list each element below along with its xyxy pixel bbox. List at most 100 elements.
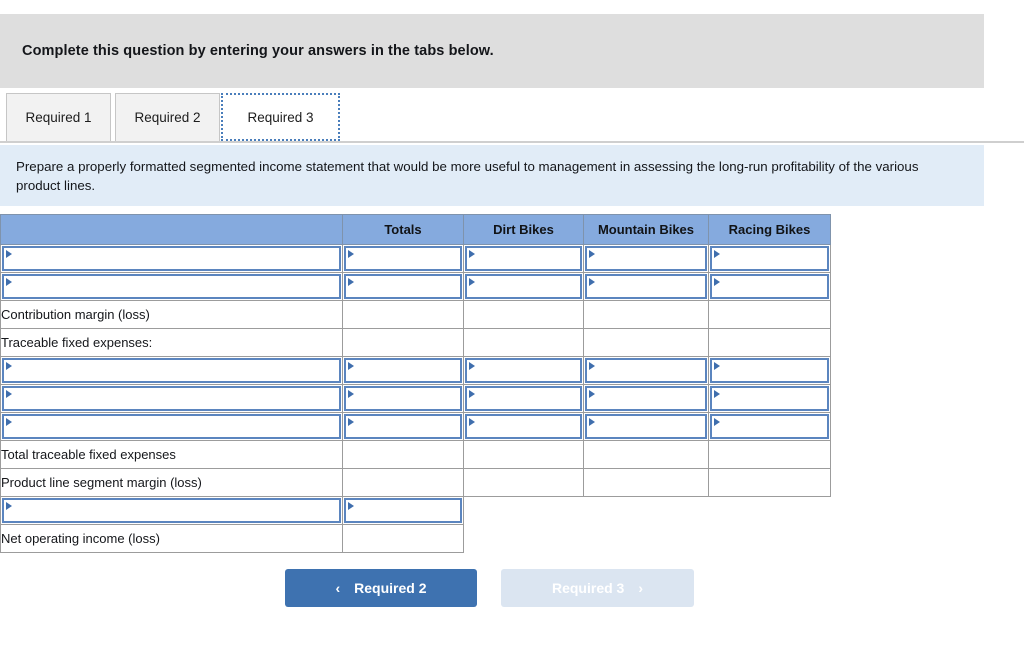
dropdown-box[interactable] xyxy=(465,414,582,439)
value-dropdown[interactable] xyxy=(463,244,584,273)
dropdown-box[interactable] xyxy=(585,386,707,411)
dropdown-box[interactable] xyxy=(710,414,829,439)
value-dropdown[interactable] xyxy=(342,412,464,441)
value-dropdown[interactable] xyxy=(342,384,464,413)
row-label-dropdown[interactable] xyxy=(0,272,343,301)
value-cell[interactable] xyxy=(463,300,584,329)
value-dropdown[interactable] xyxy=(583,356,709,385)
dropdown-box[interactable] xyxy=(344,386,462,411)
column-header-totals: Totals xyxy=(342,214,464,245)
dropdown-box[interactable] xyxy=(465,274,582,299)
value-dropdown[interactable] xyxy=(583,272,709,301)
value-cell[interactable] xyxy=(342,440,464,469)
value-dropdown[interactable] xyxy=(583,384,709,413)
dropdown-box[interactable] xyxy=(585,358,707,383)
dropdown-marker-icon xyxy=(6,278,12,286)
row-label-dropdown[interactable] xyxy=(0,384,343,413)
dropdown-box[interactable] xyxy=(465,386,582,411)
dropdown-marker-icon xyxy=(6,502,12,510)
value-cell[interactable] xyxy=(708,300,831,329)
previous-required-button[interactable]: ‹ Required 2 xyxy=(285,569,477,607)
dropdown-box[interactable] xyxy=(465,246,582,271)
value-dropdown[interactable] xyxy=(463,356,584,385)
value-dropdown[interactable] xyxy=(708,356,831,385)
tab-required-3[interactable]: Required 3 xyxy=(221,93,340,141)
value-cell[interactable] xyxy=(583,328,709,357)
value-dropdown[interactable] xyxy=(708,272,831,301)
row-label: Net operating income (loss) xyxy=(0,524,343,553)
dropdown-box[interactable] xyxy=(585,274,707,299)
value-dropdown[interactable] xyxy=(342,244,464,273)
dropdown-box[interactable] xyxy=(710,386,829,411)
dropdown-marker-icon xyxy=(348,250,354,258)
dropdown-box[interactable] xyxy=(2,246,341,271)
row-label: Total traceable fixed expenses xyxy=(0,440,343,469)
dropdown-box[interactable] xyxy=(344,274,462,299)
next-required-button[interactable]: Required 3 › xyxy=(501,569,694,607)
dropdown-box[interactable] xyxy=(2,414,341,439)
value-cell[interactable] xyxy=(583,300,709,329)
dropdown-marker-icon xyxy=(348,502,354,510)
value-dropdown[interactable] xyxy=(342,356,464,385)
value-dropdown[interactable] xyxy=(463,272,584,301)
value-cell[interactable] xyxy=(463,440,584,469)
value-cell[interactable] xyxy=(342,524,464,553)
dropdown-box[interactable] xyxy=(710,246,829,271)
value-cell[interactable] xyxy=(342,468,464,497)
row-label: Contribution margin (loss) xyxy=(0,300,343,329)
dropdown-box[interactable] xyxy=(344,246,462,271)
row-label-dropdown[interactable] xyxy=(0,356,343,385)
value-cell[interactable] xyxy=(708,468,831,497)
value-cell[interactable] xyxy=(583,468,709,497)
column-header-label xyxy=(0,214,343,245)
dropdown-box[interactable] xyxy=(585,414,707,439)
row-label-dropdown[interactable] xyxy=(0,244,343,273)
dropdown-marker-icon xyxy=(714,278,720,286)
dropdown-marker-icon xyxy=(714,250,720,258)
value-dropdown[interactable] xyxy=(463,384,584,413)
dropdown-box[interactable] xyxy=(344,414,462,439)
table-row xyxy=(0,272,831,301)
row-label-dropdown[interactable] xyxy=(0,496,343,525)
dropdown-box[interactable] xyxy=(710,274,829,299)
tab-required-1[interactable]: Required 1 xyxy=(6,93,111,141)
column-header-racing-bikes: Racing Bikes xyxy=(708,214,831,245)
previous-required-label: Required 2 xyxy=(354,580,427,596)
dropdown-box[interactable] xyxy=(2,274,341,299)
value-dropdown[interactable] xyxy=(463,412,584,441)
value-cell[interactable] xyxy=(342,300,464,329)
value-cell[interactable] xyxy=(708,328,831,357)
requirement-banner: Prepare a properly formatted segmented i… xyxy=(0,145,984,206)
dropdown-box[interactable] xyxy=(465,358,582,383)
value-cell[interactable] xyxy=(583,440,709,469)
value-cell[interactable] xyxy=(463,468,584,497)
dropdown-box[interactable] xyxy=(710,358,829,383)
value-dropdown[interactable] xyxy=(708,412,831,441)
dropdown-box[interactable] xyxy=(2,358,341,383)
column-header-mountain-bikes: Mountain Bikes xyxy=(583,214,709,245)
dropdown-box[interactable] xyxy=(344,358,462,383)
dropdown-marker-icon xyxy=(469,390,475,398)
tab-required-3-label: Required 3 xyxy=(247,109,314,125)
value-cell[interactable] xyxy=(708,440,831,469)
dropdown-box[interactable] xyxy=(344,498,462,523)
requirement-text: Prepare a properly formatted segmented i… xyxy=(16,159,919,193)
value-cell[interactable] xyxy=(342,328,464,357)
dropdown-box[interactable] xyxy=(2,386,341,411)
table-row xyxy=(0,496,831,525)
tab-required-2[interactable]: Required 2 xyxy=(115,93,220,141)
instruction-text: Complete this question by entering your … xyxy=(22,43,494,59)
value-dropdown[interactable] xyxy=(583,412,709,441)
value-dropdown[interactable] xyxy=(342,496,464,525)
value-dropdown[interactable] xyxy=(583,244,709,273)
dropdown-marker-icon xyxy=(589,362,595,370)
dropdown-box[interactable] xyxy=(585,246,707,271)
dropdown-marker-icon xyxy=(348,362,354,370)
dropdown-box[interactable] xyxy=(2,498,341,523)
row-label-dropdown[interactable] xyxy=(0,412,343,441)
dropdown-marker-icon xyxy=(714,362,720,370)
value-dropdown[interactable] xyxy=(342,272,464,301)
value-cell[interactable] xyxy=(463,328,584,357)
value-dropdown[interactable] xyxy=(708,384,831,413)
value-dropdown[interactable] xyxy=(708,244,831,273)
